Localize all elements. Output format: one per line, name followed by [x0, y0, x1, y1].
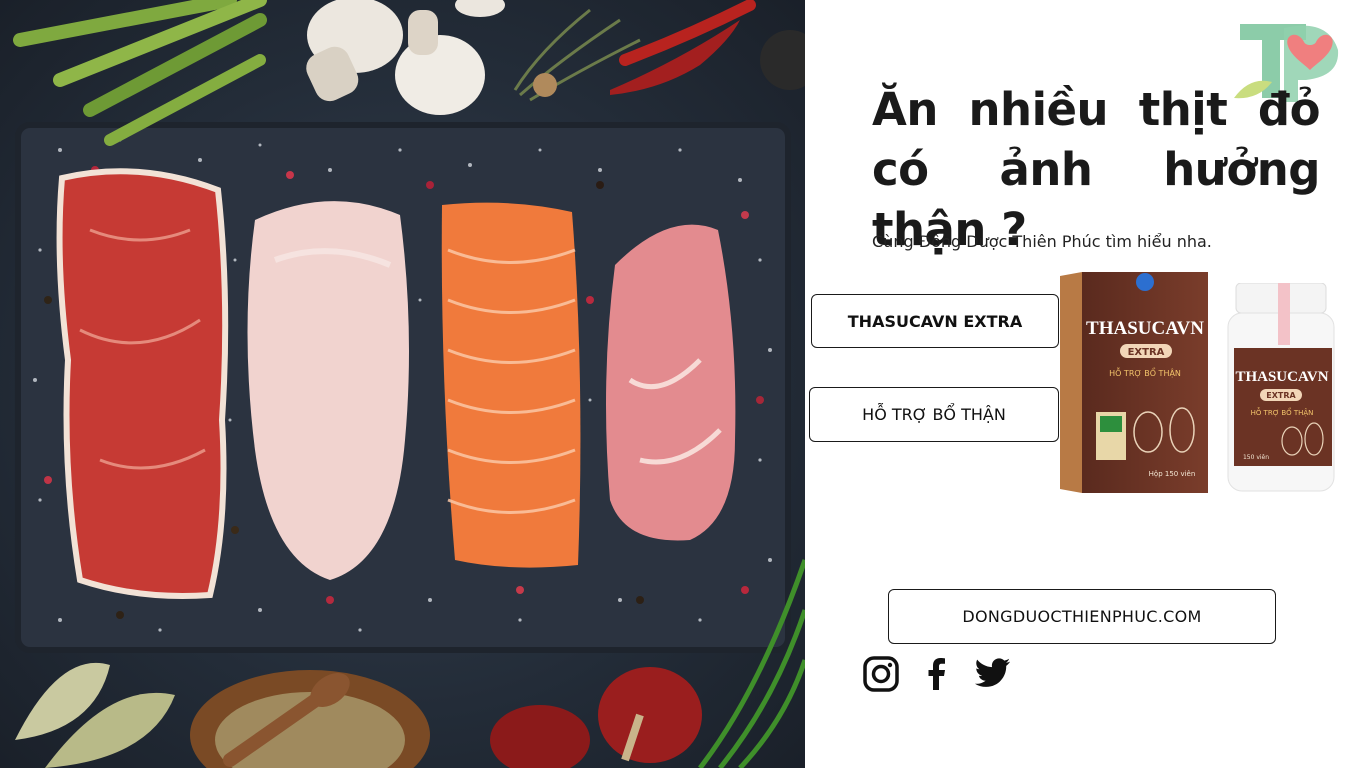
twitter-icon[interactable] [974, 655, 1012, 693]
subtitle: Cùng Đông Dược Thiên Phúc tìm hiểu nha. [872, 232, 1212, 251]
mushrooms [306, 0, 505, 115]
jar-tagline: HỖ TRỢ BỔ THẬN [1251, 407, 1314, 417]
bay-leaves [15, 662, 175, 768]
product-jar-image: THASUCAVN EXTRA HỖ TRỢ BỔ THẬN 150 viên [1226, 282, 1338, 493]
dried-pepper-right [598, 667, 702, 763]
product-box-art: THASUCAVN EXTRA HỖ TRỢ BỔ THẬN Hộp 150 v… [1060, 272, 1208, 493]
product-name-button[interactable]: THASUCAVN EXTRA [811, 294, 1059, 348]
jar-count: 150 viên [1243, 454, 1269, 461]
box-brand: THASUCAVN [1086, 318, 1204, 339]
product-benefit-button[interactable]: HỖ TRỢ BỔ THẬN [809, 387, 1059, 442]
dried-pepper-left [490, 705, 590, 768]
box-count: Hộp 150 viên [1149, 470, 1196, 478]
website-link-button[interactable]: DONGDUOCTHIENPHUC.COM [888, 589, 1276, 644]
asparagus [13, 0, 267, 146]
product-jar-art: THASUCAVN EXTRA HỖ TRỢ BỔ THẬN 150 viên [1227, 282, 1335, 492]
box-variant: EXTRA [1128, 347, 1165, 358]
social-links [862, 654, 1012, 694]
beef-steak [56, 168, 229, 599]
jar-variant: EXTRA [1266, 391, 1296, 400]
food-illustration [13, 0, 805, 768]
product-box-image: THASUCAVN EXTRA HỖ TRỢ BỔ THẬN Hộp 150 v… [1060, 272, 1210, 493]
facebook-icon[interactable] [918, 655, 956, 693]
instagram-icon[interactable] [862, 655, 900, 693]
jar-brand: THASUCAVN [1235, 369, 1328, 385]
hero-food-photo [0, 0, 805, 768]
